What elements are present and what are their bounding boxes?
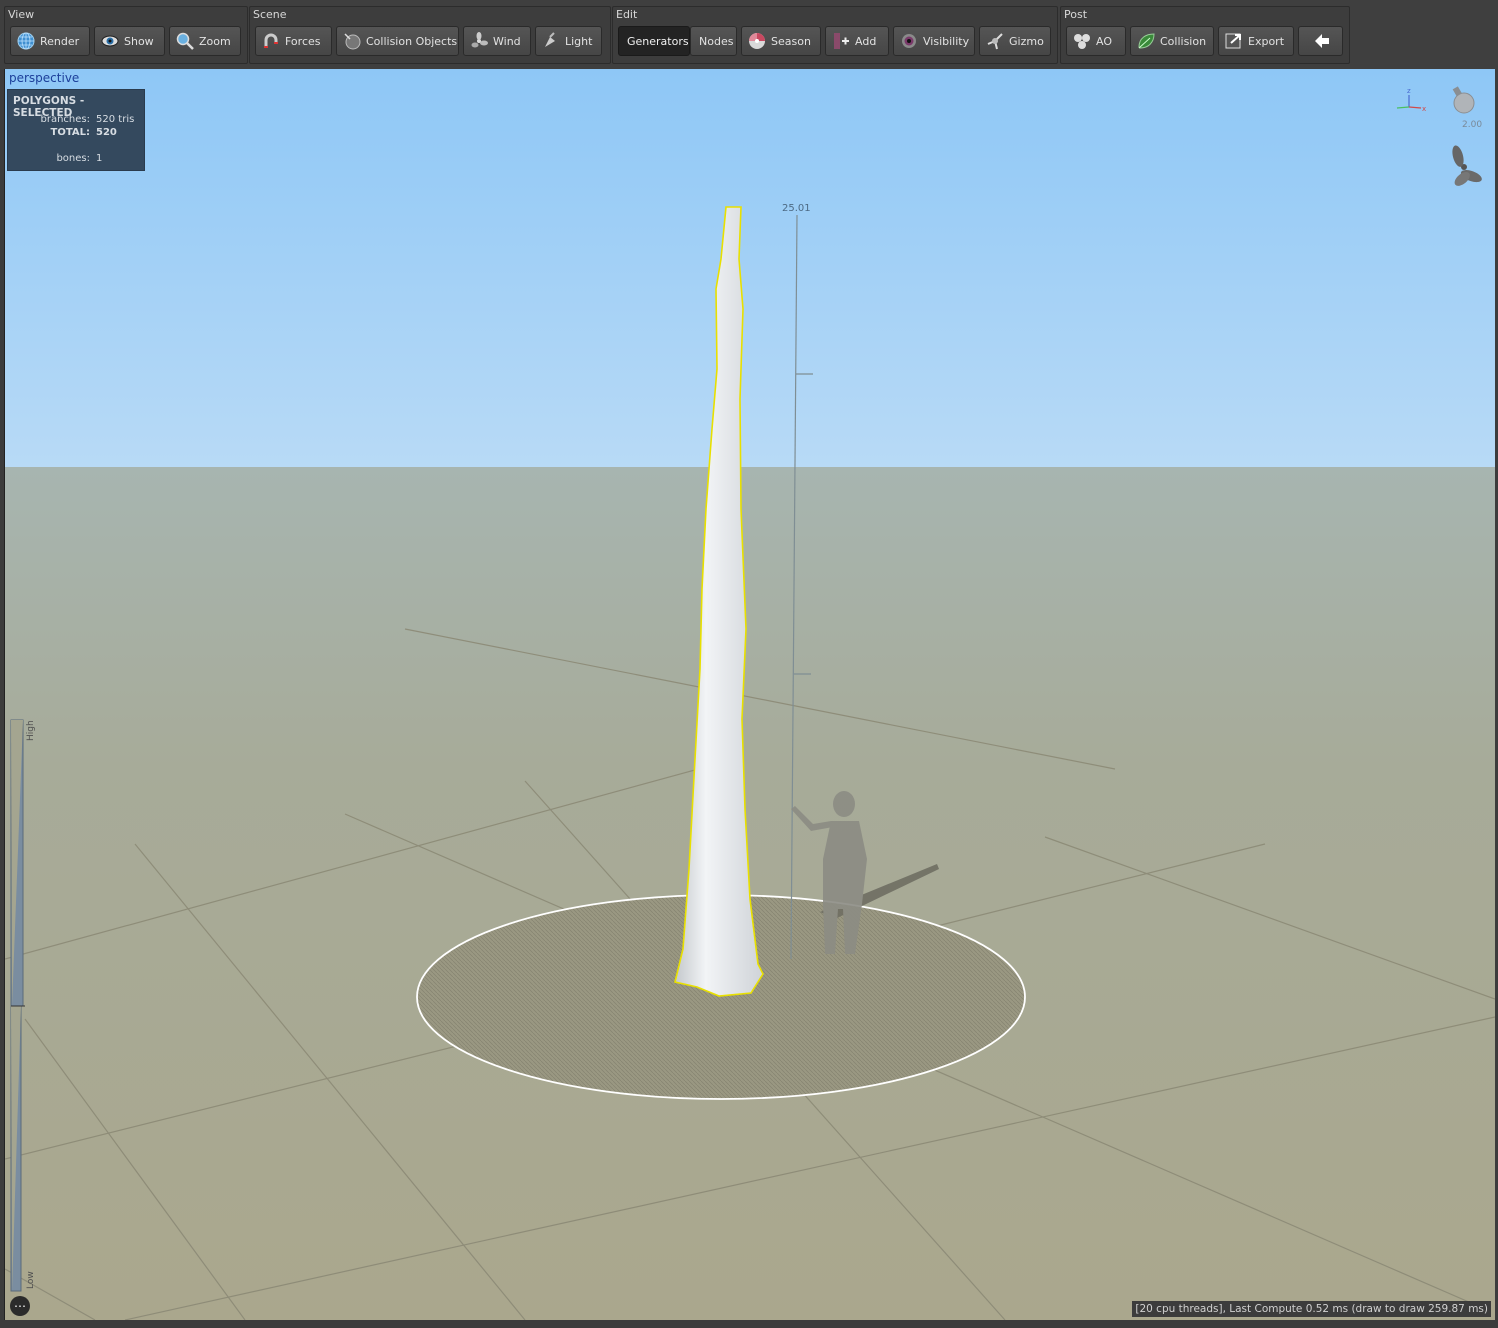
ao-button[interactable]: AO (1066, 26, 1126, 56)
post-group-label: Post (1064, 8, 1088, 21)
stats-total-value: 520 (96, 127, 117, 138)
lod-low-label: Low (26, 1271, 36, 1289)
light-intensity-value: 2.00 (1462, 120, 1483, 130)
scene-canvas[interactable]: z x (5, 69, 1495, 1320)
edit-group: Edit Generators Nodes Season Add Visibil… (612, 6, 1058, 64)
post-group: Post AO Collision Export (1060, 6, 1350, 64)
ellipsis-icon: ⋯ (14, 1299, 26, 1313)
lod-high-label: High (26, 720, 36, 741)
magnifier-icon (174, 30, 196, 52)
sphere-icon (341, 30, 363, 52)
add-node-icon (830, 30, 852, 52)
scene-group-label: Scene (253, 8, 287, 21)
stats-panel: POLYGONS - SELECTED branches: 520 tris T… (7, 89, 145, 171)
render-button[interactable]: Render (10, 26, 90, 56)
forces-button[interactable]: Forces (255, 26, 332, 56)
visibility-eye-icon (898, 30, 920, 52)
branches-count: 520 (96, 114, 116, 125)
svg-text:x: x (1422, 105, 1426, 113)
visibility-button[interactable]: Visibility (893, 26, 975, 56)
collision-button-label: Collision (1160, 34, 1207, 48)
show-button-label: Show (124, 34, 154, 48)
export-button[interactable]: Export (1218, 26, 1294, 56)
generators-tab-label: Generators (627, 34, 689, 48)
3d-viewport[interactable]: z x perspective POLYGONS - SELECTED bran… (4, 69, 1495, 1320)
height-marker-label: 25.01 (782, 203, 811, 214)
eye-icon (99, 30, 121, 52)
wind-button-label: Wind (493, 34, 521, 48)
render-button-label: Render (40, 34, 80, 48)
collision-objects-button-label: Collision Objects (366, 34, 458, 48)
visibility-button-label: Visibility (923, 34, 970, 48)
zoom-button[interactable]: Zoom (169, 26, 241, 56)
collision-button[interactable]: Collision (1130, 26, 1214, 56)
stats-total-label: TOTAL: (50, 127, 90, 138)
globe-icon (15, 30, 37, 52)
more-options-button[interactable]: ⋯ (10, 1296, 30, 1316)
status-bar: [20 cpu threads], Last Compute 0.52 ms (… (1132, 1301, 1491, 1317)
collision-objects-button[interactable]: Collision Objects (336, 26, 459, 56)
ao-spheres-icon (1071, 30, 1093, 52)
show-button[interactable]: Show (94, 26, 165, 56)
nodes-tab-label: Nodes (699, 34, 734, 48)
stats-bones-label: bones: (56, 153, 90, 164)
arrow-left-icon (1311, 30, 1333, 52)
back-button[interactable] (1298, 26, 1343, 56)
sky (5, 69, 1495, 469)
main-toolbar: View Render Show Zoom Scene Forces Colli… (0, 0, 1498, 70)
add-button[interactable]: Add (825, 26, 889, 56)
season-button-label: Season (771, 34, 811, 48)
svg-text:z: z (1407, 87, 1411, 95)
magnet-icon (260, 30, 282, 52)
gizmo-button[interactable]: Gizmo (979, 26, 1051, 56)
view-group-label: View (8, 8, 35, 21)
view-group: View Render Show Zoom (4, 6, 248, 64)
wind-button[interactable]: Wind (463, 26, 531, 56)
forces-button-label: Forces (285, 34, 321, 48)
camera-label[interactable]: perspective (9, 71, 79, 85)
light-button-label: Light (565, 34, 593, 48)
add-button-label: Add (855, 34, 877, 48)
gizmo-button-label: Gizmo (1009, 34, 1044, 48)
season-wheel-icon (746, 30, 768, 52)
spotlight-icon (540, 30, 562, 52)
stats-branches-value: 520 tris (96, 114, 134, 125)
nodes-tab[interactable]: Nodes (690, 26, 737, 56)
export-icon (1223, 30, 1245, 52)
export-button-label: Export (1248, 34, 1285, 48)
season-button[interactable]: Season (741, 26, 821, 56)
scene-group: Scene Forces Collision Objects Wind Ligh… (249, 6, 611, 64)
stats-bones-value: 1 (96, 153, 103, 164)
leaf-icon (1135, 30, 1157, 52)
stats-branches-label: branches: (40, 114, 91, 125)
branches-unit: tris (118, 114, 135, 125)
zoom-button-label: Zoom (199, 34, 231, 48)
light-button[interactable]: Light (535, 26, 602, 56)
gizmo-icon (984, 30, 1006, 52)
generators-tab[interactable]: Generators (618, 26, 690, 56)
fan-icon (468, 30, 490, 52)
edit-group-label: Edit (616, 8, 638, 21)
ao-button-label: AO (1096, 34, 1112, 48)
